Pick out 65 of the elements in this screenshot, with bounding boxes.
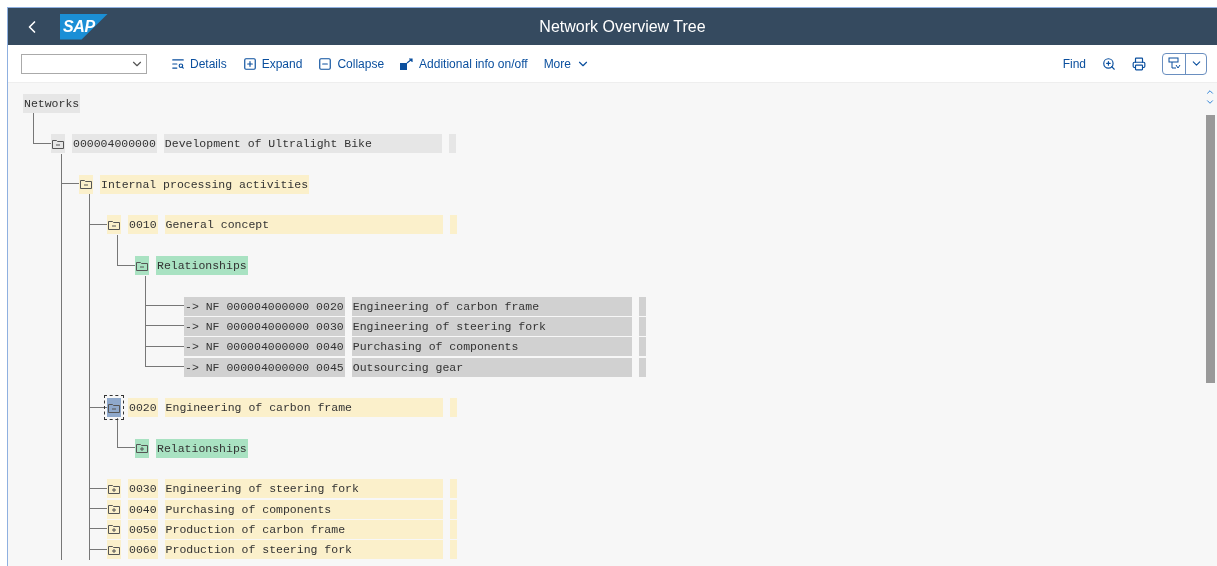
toolbar-button[interactable]: Collapse — [310, 50, 393, 77]
folder-node-icon[interactable] — [51, 134, 65, 154]
toolbar-button[interactable]: Additional info on/off — [392, 50, 536, 77]
node-id[interactable]: 0010 — [128, 215, 158, 235]
node-id[interactable]: -> NF 000004000000 0045 — [184, 357, 345, 377]
node-description[interactable]: Outsourcing gear — [351, 357, 632, 377]
expand-icon — [242, 56, 257, 71]
node-id[interactable]: 0050 — [128, 519, 158, 539]
node-description[interactable]: Purchasing of components — [164, 499, 443, 519]
folder-minus-icon — [108, 219, 120, 230]
node-id[interactable]: 0030 — [128, 479, 158, 499]
folder-node-icon[interactable] — [107, 499, 121, 519]
node-description[interactable]: Engineering of carbon frame — [351, 296, 632, 316]
toolbar-button[interactable]: More — [535, 50, 598, 77]
folder-plus-icon — [108, 483, 120, 494]
node-description[interactable]: Production of steering fork — [164, 540, 443, 560]
scroll-down-icon — [1205, 97, 1215, 107]
node-label[interactable]: Internal processing activities — [100, 174, 310, 194]
folder-node-icon[interactable] — [107, 215, 121, 235]
node-description[interactable]: Engineering of carbon frame — [164, 398, 443, 418]
node-description[interactable]: Engineering of steering fork — [351, 316, 632, 336]
folder-plus-icon — [108, 504, 120, 515]
folder-minus-icon — [136, 260, 148, 271]
folder-node-icon[interactable] — [107, 479, 121, 499]
node-marker — [449, 398, 457, 418]
search-icon — [171, 56, 185, 71]
node-id[interactable]: 0020 — [128, 398, 158, 418]
node-id[interactable]: -> NF 000004000000 0020 — [184, 296, 345, 316]
node-description[interactable]: General concept — [164, 215, 443, 235]
folder-minus-icon — [108, 402, 120, 413]
sap-logo: SAP — [60, 13, 108, 40]
node-description[interactable]: Development of Ultralight Bike — [163, 134, 442, 154]
node-id[interactable]: -> NF 000004000000 0040 — [184, 337, 345, 357]
node-id[interactable]: -> NF 000004000000 0030 — [184, 316, 345, 336]
folder-minus-icon — [52, 138, 64, 149]
toolbar-button[interactable]: Expand — [234, 50, 311, 77]
node-id[interactable]: 0040 — [128, 499, 158, 519]
view-switch-button[interactable] — [1162, 52, 1207, 75]
folder-plus-icon — [108, 544, 120, 555]
folder-minus-icon — [80, 179, 92, 190]
folder-node-icon[interactable] — [107, 540, 121, 560]
tree-root-label[interactable]: Networks — [23, 93, 81, 113]
folder-node-icon[interactable] — [135, 438, 149, 458]
page-title: Network Overview Tree — [539, 16, 706, 37]
node-marker — [449, 215, 457, 235]
node-description[interactable]: Engineering of steering fork — [164, 479, 443, 499]
node-id[interactable]: 0060 — [128, 540, 158, 560]
folder-plus-icon — [108, 524, 120, 535]
folder-node-icon[interactable] — [79, 174, 93, 194]
folder-plus-icon — [136, 443, 148, 454]
node-id[interactable]: 000004000000 — [72, 134, 157, 154]
dropdown-field[interactable] — [21, 53, 147, 74]
find-button[interactable]: Find — [1054, 50, 1094, 77]
folder-node-icon[interactable] — [135, 256, 149, 275]
focus-frame — [104, 395, 124, 421]
node-label[interactable]: Relationships — [156, 256, 248, 275]
collapse-icon — [318, 56, 333, 71]
node-description[interactable]: Purchasing of components — [351, 337, 632, 357]
node-label[interactable]: Relationships — [156, 438, 248, 458]
toolbar-button[interactable]: Details — [163, 50, 235, 77]
folder-node-icon[interactable] — [107, 519, 121, 539]
info-toggle-icon — [400, 57, 415, 70]
node-description[interactable]: Production of carbon frame — [164, 519, 443, 539]
scroll-up-icon — [1205, 87, 1215, 97]
folder-node-icon[interactable] — [107, 398, 121, 418]
